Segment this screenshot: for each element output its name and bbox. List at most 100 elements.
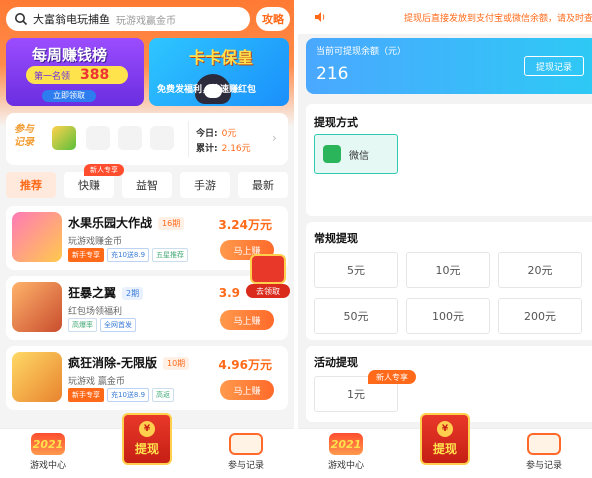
game-item[interactable]: 疯狂消除-无限版 10期 玩游戏 赢金币 新手专享 充10送8.9 高返 4.96… — [6, 346, 288, 410]
weekly-rank-banner[interactable]: 每周赚钱榜 第一名领 388 立即领取 — [6, 38, 144, 106]
search-input[interactable]: 大富翁电玩捕鱼 玩游戏赢金币 — [6, 7, 250, 31]
tab-puzzle[interactable]: 益智 — [122, 172, 172, 198]
game-icon — [12, 282, 62, 332]
game-title: 水果乐园大作战 16期 — [68, 214, 185, 231]
tag: 五星推荐 — [152, 248, 189, 262]
balance-label: 当前可提现余额（元） — [316, 47, 407, 57]
game-reward: 3.24万元 — [218, 218, 272, 232]
new-user-badge: 新人专享 — [368, 370, 416, 384]
withdraw-screen: 提现后直接发放到支付宝或微信余额，请及时查收 当前可提现余额（元） 216 提现… — [298, 0, 592, 478]
tab-latest[interactable]: 最新 — [238, 172, 288, 198]
ox-mascot-icon — [527, 433, 561, 455]
tag: 充10送8.9 — [107, 388, 150, 402]
bottom-nav: 2021 游戏中心 ¥ 提现 参与记录 — [0, 413, 294, 478]
records-card[interactable]: 参与记录 今日: 0元 累计: 2.16元 › — [6, 113, 288, 165]
withdraw-label: 提现 — [432, 442, 457, 456]
amount-option[interactable]: 200元 — [498, 298, 582, 334]
nav-label: 参与记录 — [227, 461, 264, 471]
wechat-option[interactable]: 微信 — [314, 134, 398, 174]
game-subtitle: 红包场领福利 — [68, 307, 123, 317]
banner-amount: 388 — [80, 67, 110, 83]
notice-text: 提现后直接发放到支付宝或微信余额，请及时查收 — [404, 13, 592, 24]
ox-mascot-icon — [229, 433, 263, 455]
nav-label: 游戏中心 — [327, 461, 364, 471]
nav-records[interactable]: 参与记录 — [216, 433, 276, 477]
tag: 高返 — [152, 388, 175, 402]
floating-gift-button[interactable]: 去领取 — [246, 252, 290, 298]
bottom-nav: 2021 游戏中心 ¥ 提现 参与记录 — [298, 413, 592, 478]
empty-slot — [86, 126, 110, 150]
coin-icon: ¥ — [139, 421, 155, 437]
amount-option[interactable]: 10元 — [406, 252, 490, 288]
game-list-screen: 大富翁电玩捕鱼 玩游戏赢金币 攻略 每周赚钱榜 第一名领 388 立即领取 卡卡… — [0, 0, 294, 478]
amount-option[interactable]: 100元 — [406, 298, 490, 334]
banner-rank: 第一名领 388 — [26, 66, 128, 84]
records-label: 参与记录 — [14, 124, 34, 148]
option-label: 微信 — [349, 150, 369, 162]
earn-button[interactable]: 马上赚 — [220, 310, 274, 330]
search-placeholder: 玩游戏赢金币 — [116, 15, 176, 27]
nav-label: 参与记录 — [525, 461, 562, 471]
section-title: 活动提现 — [314, 356, 358, 369]
search-icon — [15, 13, 28, 26]
activity-withdraw-section: 活动提现 1元 — [306, 346, 592, 422]
gift-icon — [250, 254, 286, 284]
game-title: 疯狂消除-无限版 10期 — [68, 354, 190, 371]
earn-button[interactable]: 马上赚 — [220, 380, 274, 400]
game-title: 狂暴之翼 2期 — [68, 284, 144, 301]
game-reward: 4.96万元 — [218, 358, 272, 372]
nav-records[interactable]: 参与记录 — [514, 433, 574, 477]
banner-subtitle: 免费发福利，快速赚红包 — [157, 85, 257, 95]
card-game-banner[interactable]: 卡卡保皇 免费发福利，快速赚红包 — [149, 38, 289, 106]
regular-withdraw-section: 常规提现 5元 10元 20元 50元 100元 200元 — [306, 222, 592, 340]
empty-slot — [150, 126, 174, 150]
tag: 高爆率 — [68, 318, 97, 332]
amount-option[interactable]: 5元 — [314, 252, 398, 288]
wechat-icon — [323, 145, 341, 163]
game-icon — [12, 212, 62, 262]
banner-cta: 立即领取 — [42, 90, 96, 102]
search-keyword: 大富翁电玩捕鱼 — [33, 13, 110, 26]
nav-game-center[interactable]: 2021 游戏中心 — [18, 433, 78, 477]
speaker-icon — [315, 12, 325, 22]
new-user-badge: 新人专享 — [84, 164, 124, 176]
banner-rank-label: 第一名领 — [34, 71, 71, 82]
empty-slot — [118, 126, 142, 150]
chevron-right-icon: › — [272, 131, 277, 145]
withdraw-method-section: 提现方式 微信 — [306, 104, 592, 216]
amount-option[interactable]: 20元 — [498, 252, 582, 288]
balance-card: 当前可提现余额（元） 216 提现记录 — [306, 38, 592, 94]
balance-amount: 216 — [316, 64, 349, 84]
tag: 充10送8.9 — [107, 248, 150, 262]
game-tags: 新手专享 充10送8.9 五星推荐 — [68, 248, 189, 262]
amount-option[interactable]: 50元 — [314, 298, 398, 334]
2021-icon: 2021 — [329, 433, 363, 455]
section-title: 常规提现 — [314, 232, 358, 245]
tag: 全网首发 — [100, 318, 136, 332]
category-tabs: 推荐 快赚 益智 手游 最新 — [6, 172, 288, 198]
2021-icon: 2021 — [31, 433, 65, 455]
guide-button[interactable]: 攻略 — [256, 7, 290, 31]
app-root: 大富翁电玩捕鱼 玩游戏赢金币 攻略 每周赚钱榜 第一名领 388 立即领取 卡卡… — [0, 0, 592, 478]
banner-title: 每周赚钱榜 — [32, 46, 108, 64]
coin-icon: ¥ — [437, 421, 453, 437]
tag: 新手专享 — [68, 388, 104, 402]
notice-bar: 提现后直接发放到支付宝或微信余额，请及时查收 — [298, 0, 592, 34]
game-icon — [12, 352, 62, 402]
withdraw-record-button[interactable]: 提现记录 — [524, 56, 584, 76]
game-tags: 高爆率 全网首发 — [68, 318, 136, 332]
banner-title: 卡卡保皇 — [189, 48, 254, 67]
withdraw-button[interactable]: ¥ 提现 — [122, 413, 172, 465]
tag: 新手专享 — [68, 248, 104, 262]
game-subtitle: 玩游戏 赢金币 — [68, 377, 125, 387]
game-tags: 新手专享 充10送8.9 高返 — [68, 388, 175, 402]
tab-mobile[interactable]: 手游 — [180, 172, 230, 198]
withdraw-button[interactable]: ¥ 提现 — [420, 413, 470, 465]
nav-game-center[interactable]: 2021 游戏中心 — [316, 433, 376, 477]
nav-label: 游戏中心 — [29, 461, 66, 471]
today-earnings: 今日: 0元 — [196, 129, 237, 139]
tab-recommend[interactable]: 推荐 — [6, 172, 56, 198]
section-title: 提现方式 — [314, 116, 358, 129]
total-earnings: 累计: 2.16元 — [196, 144, 251, 154]
gift-label: 去领取 — [246, 284, 290, 298]
